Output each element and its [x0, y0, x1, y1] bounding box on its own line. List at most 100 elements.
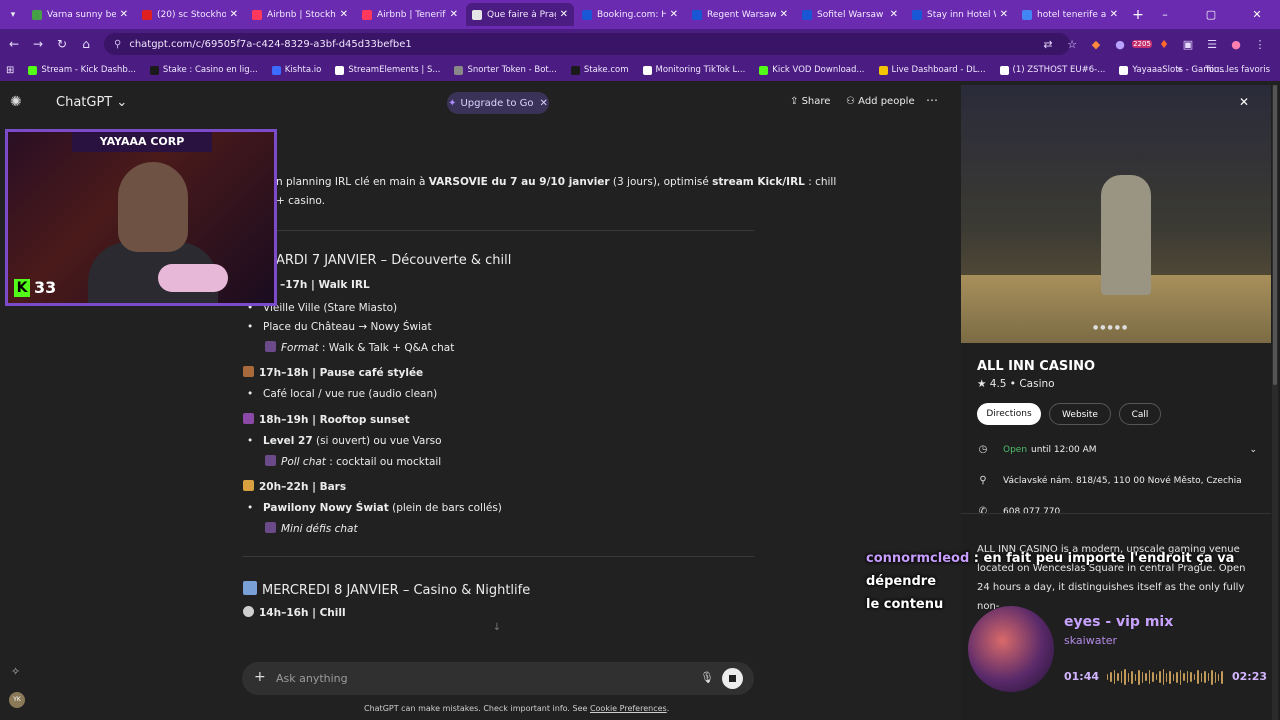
forward-icon[interactable]: →	[26, 37, 50, 51]
chevron-down-icon[interactable]: ⌄	[1249, 445, 1257, 455]
maximize-icon[interactable]: ▢	[1188, 0, 1234, 29]
close-tab-icon[interactable]: ✕	[780, 9, 788, 20]
back-icon[interactable]: ←	[2, 37, 26, 51]
translate-icon[interactable]: ⇄	[1036, 38, 1060, 51]
place-address: Václavské nám. 818/45, 110 00 Nové Město…	[1003, 475, 1242, 486]
bookmark-label: Kishta.io	[284, 65, 322, 75]
close-tab-icon[interactable]: ✕	[1110, 9, 1118, 20]
track-title: eyes - vip mix	[1064, 614, 1174, 630]
bookmark-item[interactable]: Kick VOD Download...	[759, 65, 865, 75]
tab-title: Airbnb | Tenerife	[377, 9, 446, 20]
close-tab-icon[interactable]: ✕	[340, 9, 348, 20]
browser-tab[interactable]: (20) sc Stockholm ✕	[136, 3, 244, 26]
waveform-bar	[1131, 670, 1133, 684]
kick-viewer-count: K 33	[14, 278, 56, 297]
browser-tab[interactable]: Booking.com: Hôt ✕	[576, 3, 684, 26]
waveform-bar	[1120, 671, 1123, 683]
bookmarks-more-icon[interactable]: »	[1177, 59, 1182, 81]
clock-icon	[243, 606, 254, 617]
stop-button[interactable]	[722, 668, 743, 689]
bookmark-item[interactable]: (1) ZSTHOST EU#6-...	[999, 65, 1105, 75]
address-row[interactable]: ⚲ Václavské nám. 818/45, 110 00 Nové Měs…	[977, 475, 1242, 486]
close-tab-icon[interactable]: ✕	[670, 9, 678, 20]
photo-carousel-dots[interactable]: ●●●●●	[1093, 324, 1129, 331]
browser-tab[interactable]: Sofitel Warsaw Vi ✕	[796, 3, 904, 26]
tab-favicon-icon	[692, 9, 702, 20]
scroll-down-icon[interactable]: ↓	[489, 622, 505, 638]
waveform-bar	[1183, 673, 1185, 681]
bookmark-item[interactable]: Kishta.io	[271, 65, 322, 75]
extension-icon[interactable]: ●	[1108, 38, 1132, 51]
bookmark-item[interactable]: Stake : Casino en lig...	[149, 65, 258, 75]
close-tab-icon[interactable]: ✕	[450, 9, 458, 20]
video-icon	[265, 522, 276, 533]
place-photo[interactable]: ●●●●● ✕	[961, 85, 1271, 343]
close-window-icon[interactable]: ✕	[1234, 0, 1280, 29]
hours-row[interactable]: ◷ Open until 12:00 AM ⌄	[977, 444, 1257, 455]
bookmark-item[interactable]: Live Dashboard - DL...	[878, 65, 986, 75]
website-button[interactable]: Website	[1049, 403, 1111, 425]
profile-avatar[interactable]: ●	[1224, 38, 1248, 51]
microphone-icon[interactable]: 🎙	[700, 671, 714, 684]
user-avatar[interactable]: YK	[9, 692, 25, 708]
attach-plus-icon[interactable]: +	[254, 669, 266, 685]
close-tab-icon[interactable]: ✕	[560, 9, 568, 20]
minimize-icon[interactable]: –	[1142, 0, 1188, 29]
url-field[interactable]: ⚲ chatgpt.com/c/69505f7a-c424-8329-a3bf-…	[104, 33, 1070, 55]
extension-badge-icon[interactable]: 2205	[1132, 40, 1152, 48]
close-panel-icon[interactable]: ✕	[1239, 95, 1249, 109]
home-icon[interactable]: ⌂	[74, 37, 98, 51]
browser-tab[interactable]: Airbnb | Tenerife ✕	[356, 3, 464, 26]
browser-menu-icon[interactable]: ⋮	[1248, 38, 1272, 51]
tab-search-icon[interactable]: ▾	[0, 10, 26, 20]
close-tab-icon[interactable]: ✕	[890, 9, 898, 20]
close-tab-icon[interactable]: ✕	[1000, 9, 1008, 20]
waveform-bar	[1141, 671, 1144, 683]
dismiss-upgrade-icon[interactable]: ✕	[540, 98, 548, 109]
browser-tab[interactable]: Que faire à Prague ✕	[466, 3, 574, 26]
spark-icon[interactable]: ✧	[11, 665, 20, 678]
bookmark-item[interactable]: Stream - Kick Dashb...	[28, 65, 136, 75]
close-tab-icon[interactable]: ✕	[230, 9, 238, 20]
close-tab-icon[interactable]: ✕	[120, 9, 128, 20]
upgrade-button[interactable]: ✦ Upgrade to Go ✕	[447, 92, 549, 114]
extension-fox-icon[interactable]: ◆	[1084, 38, 1108, 51]
share-button[interactable]: ⇪ Share	[790, 96, 830, 107]
extension-flame-icon[interactable]: ♦	[1152, 38, 1176, 51]
bookmark-item[interactable]: Monitoring TikTok L...	[642, 65, 745, 75]
bookmark-star-icon[interactable]: ☆	[1060, 38, 1084, 51]
browser-tab[interactable]: Varna sunny beach ✕	[26, 3, 134, 26]
phone-icon: ✆	[978, 506, 988, 517]
slot1-heading: –17h | Walk IRL	[280, 279, 370, 291]
intro-paragraph-line-2: + casino.	[276, 195, 325, 207]
composer-input[interactable]: Ask anything	[276, 672, 348, 685]
waveform-bar	[1155, 674, 1158, 680]
add-people-button[interactable]: ⚇ Add people	[846, 96, 915, 107]
directions-button[interactable]: Directions	[977, 403, 1041, 425]
model-selector[interactable]: ChatGPT ⌄	[56, 95, 127, 110]
reload-icon[interactable]: ↻	[50, 37, 74, 51]
call-button[interactable]: Call	[1119, 403, 1161, 425]
tab-list: Varna sunny beach✕(20) sc Stockholm✕Airb…	[26, 3, 1126, 26]
more-options-icon[interactable]: ⋯	[926, 93, 938, 107]
slot2-bullet-1: Café local / vue rue (audio clean)	[247, 388, 437, 400]
tab-favicon-icon	[1022, 9, 1032, 20]
browser-tab[interactable]: Regent Warsaw H ✕	[686, 3, 794, 26]
browser-tab[interactable]: Airbnb | Stockholm ✕	[246, 3, 354, 26]
bookmark-favicon-icon	[570, 65, 580, 75]
chatgpt-logo-icon[interactable]: ✺	[10, 94, 22, 110]
browser-tab[interactable]: Stay inn Hotel W ✕	[906, 3, 1014, 26]
extensions-puzzle-icon[interactable]: ▣	[1176, 38, 1200, 51]
bookmark-item[interactable]: Snorter Token - Bot...	[454, 65, 557, 75]
phone-row[interactable]: ✆ 608 077 770	[977, 506, 1060, 517]
sidebar-icon[interactable]: ☰	[1200, 38, 1224, 51]
apps-grid-icon[interactable]: ⊞	[6, 65, 14, 76]
cookie-preferences-link[interactable]: Cookie Preferences	[590, 704, 667, 713]
all-bookmarks-link[interactable]: Tous les favoris	[1205, 59, 1270, 81]
bookmark-item[interactable]: StreamElements | S...	[335, 65, 440, 75]
browser-tab[interactable]: hotel tenerife all i ✕	[1016, 3, 1124, 26]
bookmark-item[interactable]: Stake.com	[570, 65, 629, 75]
site-info-icon[interactable]: ⚲	[114, 39, 121, 50]
panel-scrollbar[interactable]	[1272, 85, 1278, 720]
toolbar-icons: ⇄ ☆ ◆ ● 2205 ♦ ▣ ☰ ● ⋮	[1036, 29, 1272, 59]
